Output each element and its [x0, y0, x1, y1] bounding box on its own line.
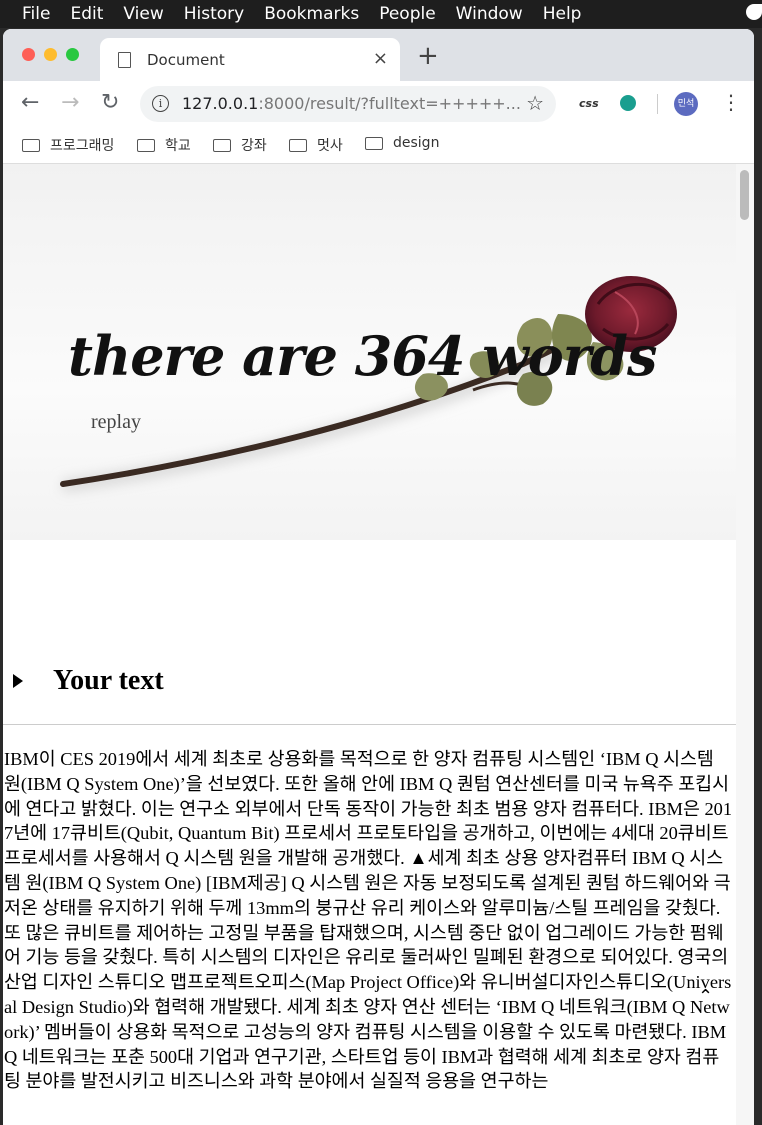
bookmark-folder[interactable]: 멋사	[289, 135, 343, 155]
menu-edit[interactable]: Edit	[70, 4, 103, 24]
browser-window: Document × + ← → ↻ i 127.0.0.1:8000/resu…	[3, 29, 754, 1125]
menu-help[interactable]: Help	[543, 4, 582, 24]
url-text[interactable]: 127.0.0.1:8000/result/?fulltext=+++++...	[182, 94, 521, 113]
forward-arrow-icon[interactable]: →	[61, 90, 79, 115]
bookmark-folder[interactable]: 프로그래밍	[22, 135, 114, 155]
reload-icon[interactable]: ↻	[101, 90, 119, 115]
body-text: IBM이 CES 2019에서 세계 최초로 상용화를 목적으로 한 양자 컴퓨…	[4, 749, 733, 1092]
hero-banner: there are 364 words replay	[3, 164, 736, 540]
replay-link[interactable]: replay	[91, 411, 141, 434]
folder-icon	[137, 138, 155, 152]
css-extension-icon[interactable]: css	[579, 97, 599, 110]
maximize-window-button[interactable]	[66, 48, 79, 61]
page-viewport: there are 364 words replay Your text IBM…	[3, 164, 754, 1125]
browser-toolbar: ← → ↻ i 127.0.0.1:8000/result/?fulltext=…	[3, 81, 754, 127]
menu-bookmarks[interactable]: Bookmarks	[264, 4, 359, 24]
folder-icon	[365, 136, 383, 150]
folder-icon	[213, 138, 231, 152]
bookmarks-bar: 프로그래밍 학교 강좌 멋사 design	[3, 127, 754, 164]
menu-file[interactable]: File	[22, 4, 50, 24]
minimize-window-button[interactable]	[44, 48, 57, 61]
bookmark-star-icon[interactable]: ☆	[526, 91, 544, 115]
document-icon	[118, 52, 131, 68]
menu-window[interactable]: Window	[456, 4, 523, 24]
scrollbar-thumb[interactable]	[740, 170, 749, 220]
tab-close-icon[interactable]: ×	[373, 48, 388, 69]
folder-icon	[289, 138, 307, 152]
bookmark-folder[interactable]: 강좌	[213, 135, 267, 155]
bookmark-folder[interactable]: 학교	[137, 135, 191, 155]
palette-extension-icon[interactable]	[620, 95, 636, 111]
section-divider	[3, 724, 736, 725]
new-tab-button[interactable]: +	[417, 41, 439, 71]
address-bar[interactable]: i 127.0.0.1:8000/result/?fulltext=+++++.…	[140, 86, 556, 122]
your-text-toggle[interactable]: Your text	[13, 665, 164, 697]
more-menu-icon[interactable]: ⋮	[721, 90, 741, 114]
menu-people[interactable]: People	[379, 4, 435, 24]
menu-bar: File Edit View History Bookmarks People …	[0, 0, 762, 28]
menu-history[interactable]: History	[184, 4, 244, 24]
folder-icon	[22, 138, 40, 152]
profile-avatar[interactable]: 민석	[674, 92, 698, 116]
site-info-icon[interactable]: i	[152, 95, 169, 112]
notification-icon[interactable]	[746, 4, 762, 20]
back-arrow-icon[interactable]: ←	[21, 90, 39, 115]
tab-document[interactable]: Document ×	[100, 38, 400, 81]
tab-strip: Document × +	[3, 29, 754, 81]
section-heading[interactable]: Your text	[53, 665, 164, 697]
bookmark-folder[interactable]: design	[365, 135, 439, 151]
menu-view[interactable]: View	[123, 4, 163, 24]
scrollbar-track[interactable]	[736, 164, 754, 1125]
disclosure-triangle-icon[interactable]	[13, 674, 23, 688]
close-window-button[interactable]	[22, 48, 35, 61]
tab-title: Document	[147, 51, 225, 69]
toolbar-divider	[657, 94, 658, 114]
word-count-headline: there are 364 words	[68, 324, 657, 388]
scroll-to-top-icon[interactable]: ⌃	[698, 986, 713, 1007]
